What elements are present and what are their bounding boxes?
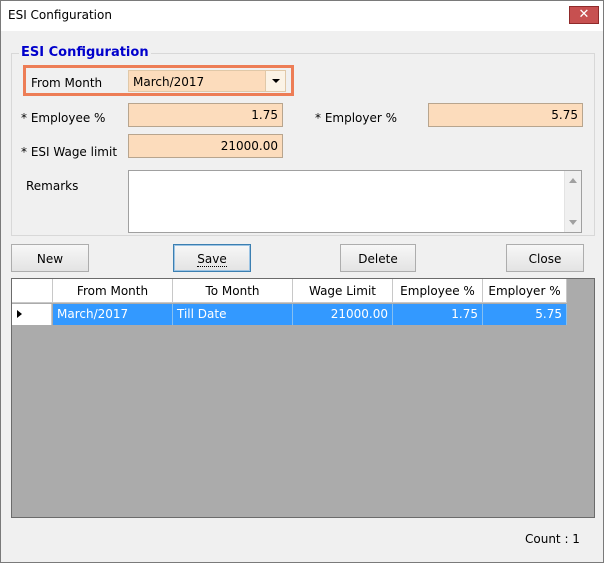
employee-pct-label: * Employee % <box>21 111 106 125</box>
grid-corner-header[interactable] <box>12 279 53 303</box>
table-cell-wage-limit[interactable]: 21000.00 <box>293 304 393 325</box>
wage-limit-label: * ESI Wage limit <box>21 145 118 159</box>
column-header-from-month[interactable]: From Month <box>53 279 173 303</box>
record-count: Count : 1 <box>525 532 580 546</box>
group-title: ESI Configuration <box>19 45 151 60</box>
scroll-up-icon[interactable] <box>569 178 577 183</box>
title-bar[interactable]: ESI Configuration ✕ <box>1 1 603 31</box>
column-header-employer-pct[interactable]: Employer % <box>483 279 567 303</box>
table-cell-employee-pct[interactable]: 1.75 <box>393 304 483 325</box>
delete-button[interactable]: Delete <box>340 244 416 272</box>
close-icon[interactable]: ✕ <box>569 6 599 24</box>
esi-configuration-window: ESI Configuration ✕ ESI Configuration Fr… <box>0 0 604 563</box>
column-header-employee-pct[interactable]: Employee % <box>393 279 483 303</box>
employee-pct-field[interactable]: 1.75 <box>128 103 283 127</box>
esi-grid[interactable]: From Month To Month Wage Limit Employee … <box>11 278 595 518</box>
table-cell-from-month[interactable]: March/2017 <box>53 304 173 325</box>
close-button[interactable]: Close <box>506 244 584 272</box>
chevron-down-icon[interactable] <box>265 71 285 91</box>
save-label: Save <box>197 252 227 267</box>
triangle-right-icon[interactable] <box>12 304 52 325</box>
employer-pct-label: * Employer % <box>315 111 398 125</box>
remarks-scrollbar[interactable] <box>564 171 581 232</box>
scroll-down-icon[interactable] <box>569 220 577 225</box>
from-month-combo[interactable]: March/2017 <box>128 70 286 92</box>
wage-limit-field[interactable]: 21000.00 <box>128 134 283 158</box>
window-title: ESI Configuration <box>8 8 112 22</box>
column-header-to-month[interactable]: To Month <box>173 279 293 303</box>
from-month-label: From Month <box>31 76 103 90</box>
save-button[interactable]: Save <box>173 244 251 272</box>
remarks-textarea[interactable] <box>128 170 582 233</box>
remarks-label: Remarks <box>26 179 79 193</box>
column-header-wage-limit[interactable]: Wage Limit <box>293 279 393 303</box>
new-button[interactable]: New <box>11 244 89 272</box>
from-month-value: March/2017 <box>133 75 205 89</box>
table-cell-to-month[interactable]: Till Date <box>173 304 293 325</box>
table-cell-employer-pct[interactable]: 5.75 <box>483 304 567 325</box>
employer-pct-field[interactable]: 5.75 <box>428 103 583 127</box>
